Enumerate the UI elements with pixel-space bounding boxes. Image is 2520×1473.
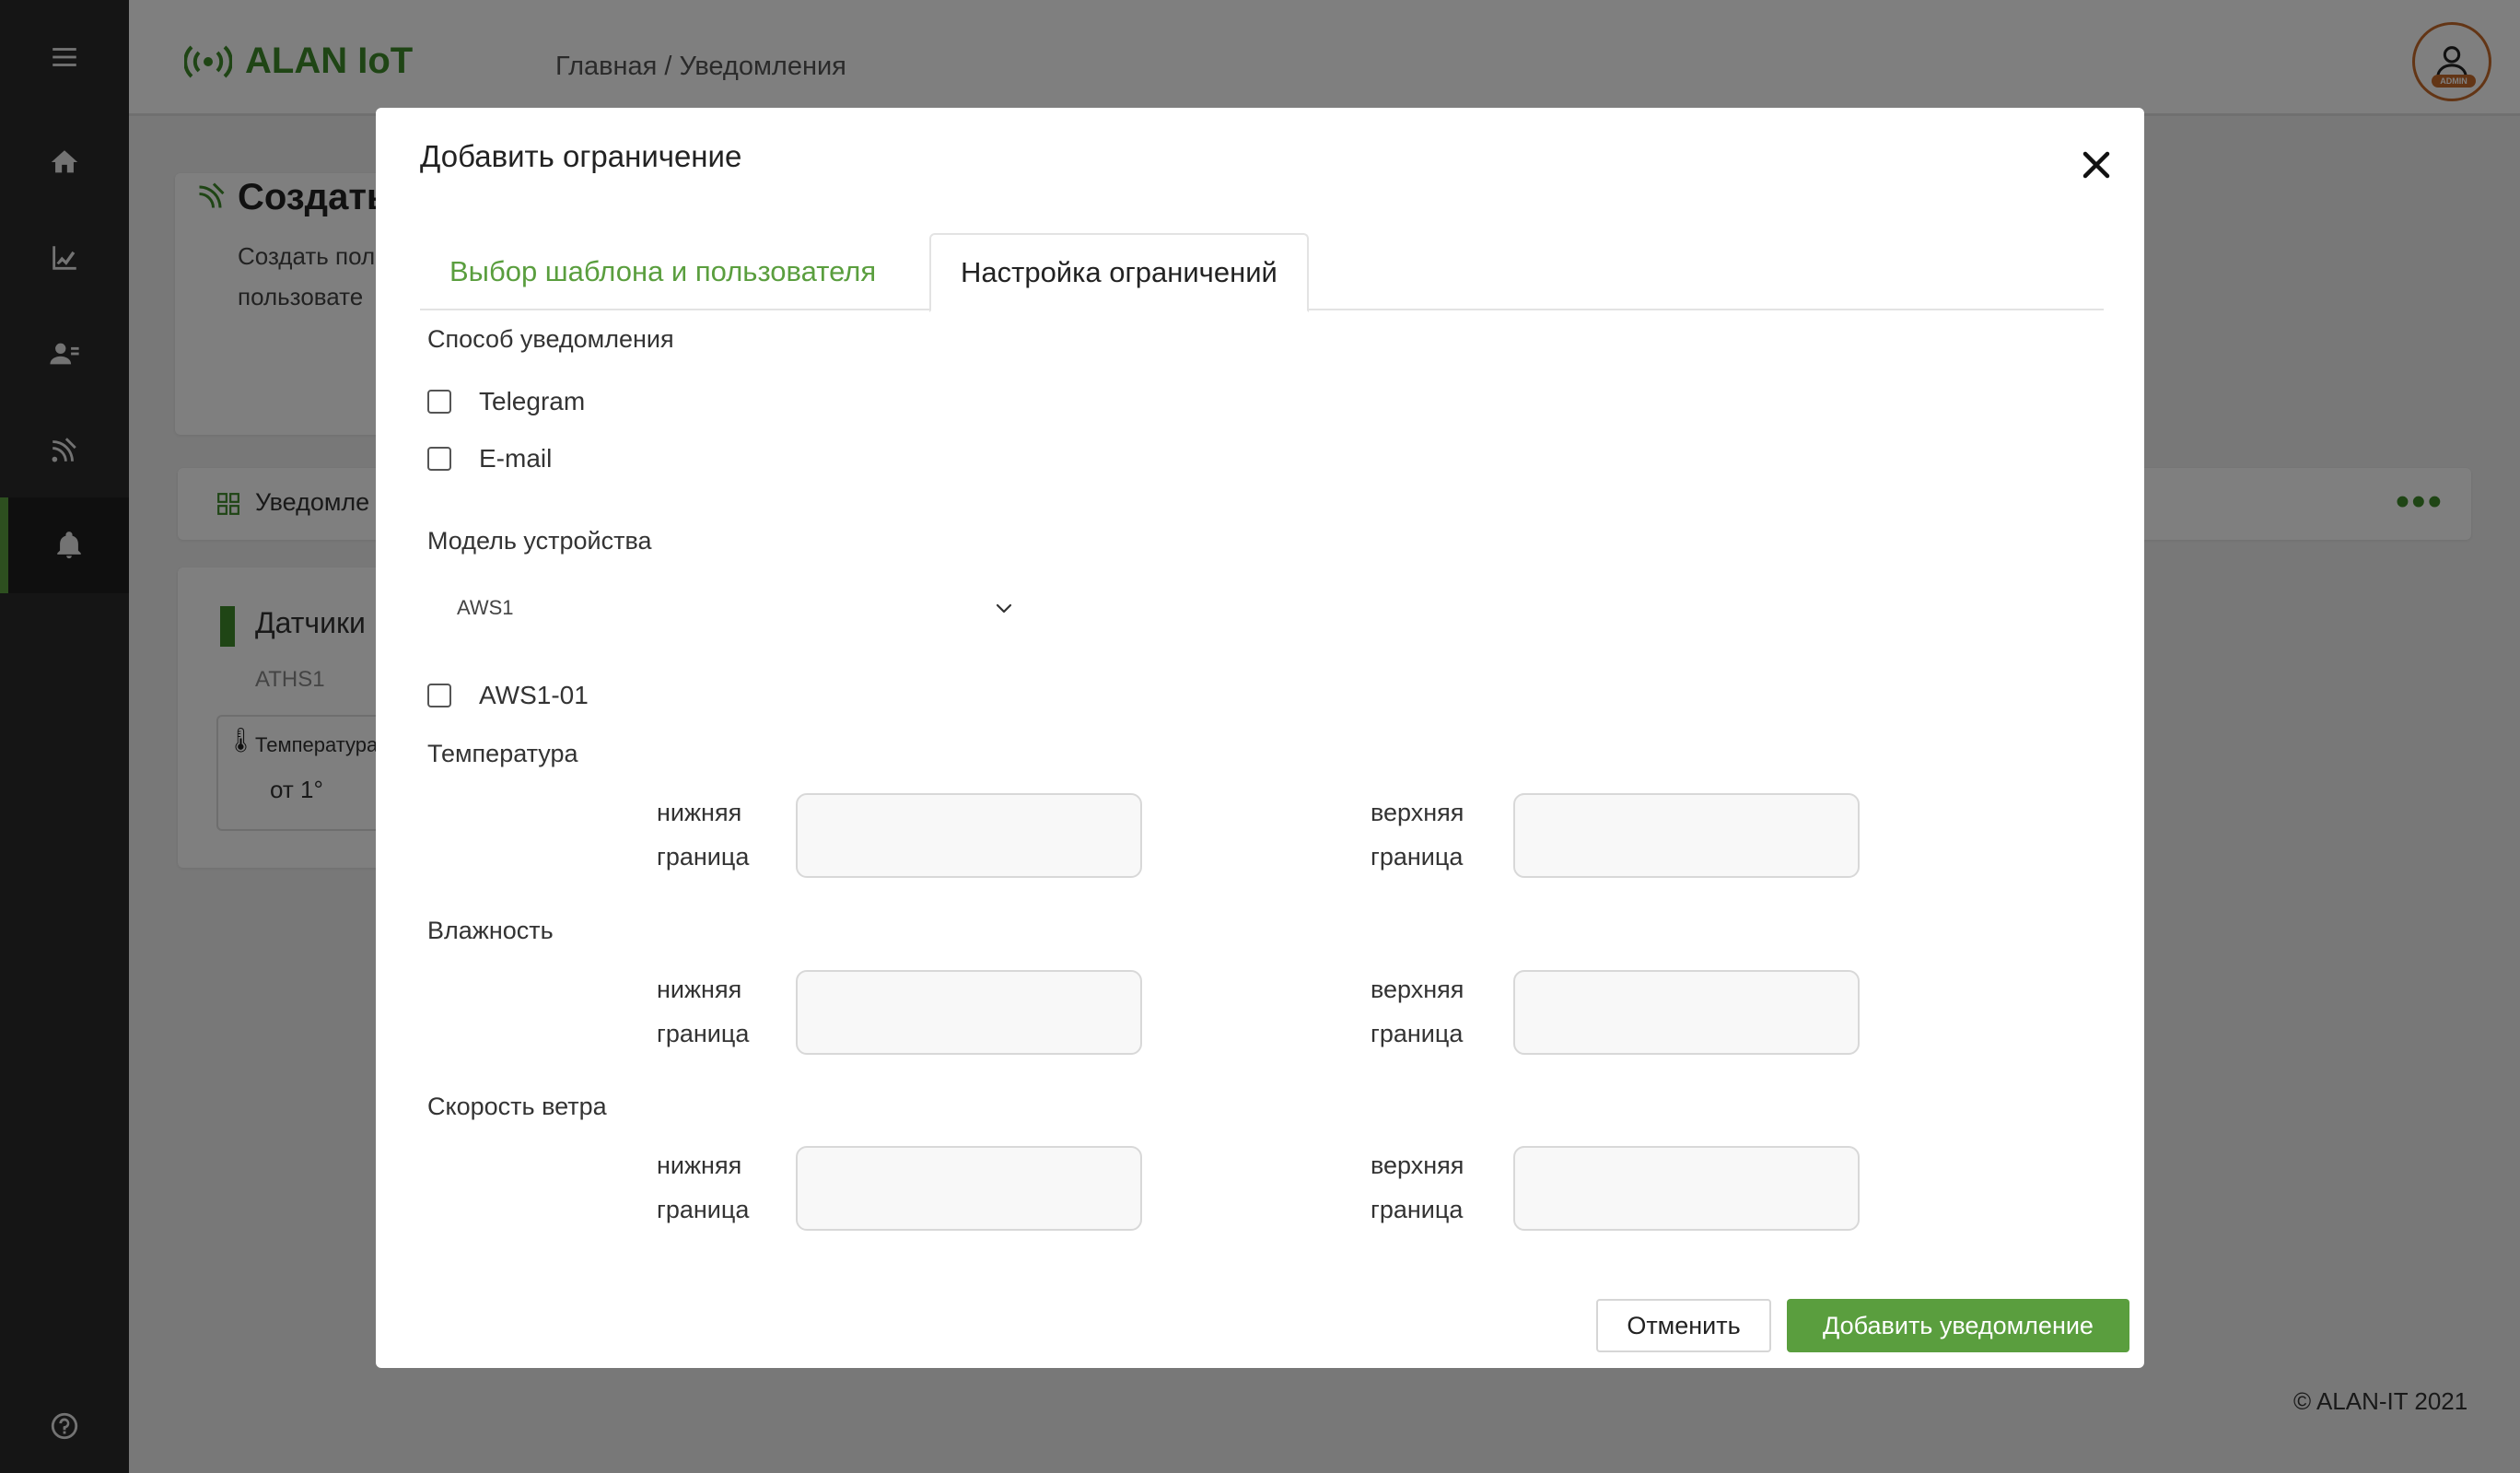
humidity-upper-input[interactable]: [1513, 970, 1860, 1055]
humidity-lower-label: нижняя граница: [657, 967, 749, 1056]
lower-line1: нижняя: [657, 799, 742, 826]
temperature-lower-input[interactable]: [796, 793, 1142, 878]
chevron-down-icon: [996, 603, 1012, 614]
modal-tabs: Выбор шаблона и пользователя Настройка о…: [420, 233, 2104, 312]
upper-line1: верхняя: [1371, 799, 1464, 826]
humidity-label: Влажность: [427, 917, 554, 944]
lower-line2: граница: [657, 843, 750, 871]
wind-upper-input[interactable]: [1513, 1146, 1860, 1231]
lower-line1: нижняя: [657, 976, 742, 1003]
tab-template-user[interactable]: Выбор шаблона и пользователя: [420, 233, 905, 310]
temperature-upper-label: верхняя граница: [1371, 790, 1464, 879]
modal-title: Добавить ограничение: [420, 139, 742, 173]
upper-line2: граница: [1371, 1196, 1464, 1223]
lower-line2: граница: [657, 1020, 750, 1047]
email-checkbox[interactable]: [427, 447, 451, 471]
humidity-upper-label: верхняя граница: [1371, 967, 1464, 1056]
lower-line1: нижняя: [657, 1152, 742, 1179]
tab-limit-settings[interactable]: Настройка ограничений: [929, 233, 1309, 312]
upper-line2: граница: [1371, 843, 1464, 871]
device-model-select[interactable]: AWS1: [442, 580, 1032, 636]
device-option[interactable]: AWS1-01: [427, 681, 589, 710]
temperature-lower-label: нижняя граница: [657, 790, 749, 879]
upper-line2: граница: [1371, 1020, 1464, 1047]
notify-method-label: Способ уведомления: [427, 325, 674, 353]
close-button[interactable]: [2074, 143, 2118, 187]
telegram-label: Telegram: [479, 387, 586, 415]
device-label: AWS1-01: [479, 681, 589, 709]
wind-speed-label: Скорость ветра: [427, 1093, 607, 1120]
email-option[interactable]: E-mail: [427, 444, 552, 473]
device-model-value: AWS1: [457, 596, 514, 619]
cancel-button[interactable]: Отменить: [1596, 1299, 1771, 1352]
telegram-option[interactable]: Telegram: [427, 387, 585, 416]
close-icon: [2082, 151, 2110, 179]
device-model-label: Модель устройства: [427, 527, 652, 555]
email-label: E-mail: [479, 444, 553, 473]
device-checkbox[interactable]: [427, 684, 451, 707]
wind-upper-label: верхняя граница: [1371, 1143, 1464, 1232]
telegram-checkbox[interactable]: [427, 390, 451, 414]
wind-lower-input[interactable]: [796, 1146, 1142, 1231]
temperature-upper-input[interactable]: [1513, 793, 1860, 878]
add-notification-button[interactable]: Добавить уведомление: [1787, 1299, 2129, 1352]
add-limit-modal: Добавить ограничение Выбор шаблона и пол…: [376, 108, 2144, 1368]
wind-lower-label: нижняя граница: [657, 1143, 749, 1232]
upper-line1: верхняя: [1371, 1152, 1464, 1179]
upper-line1: верхняя: [1371, 976, 1464, 1003]
temperature-label: Температура: [427, 740, 578, 767]
lower-line2: граница: [657, 1196, 750, 1223]
humidity-lower-input[interactable]: [796, 970, 1142, 1055]
